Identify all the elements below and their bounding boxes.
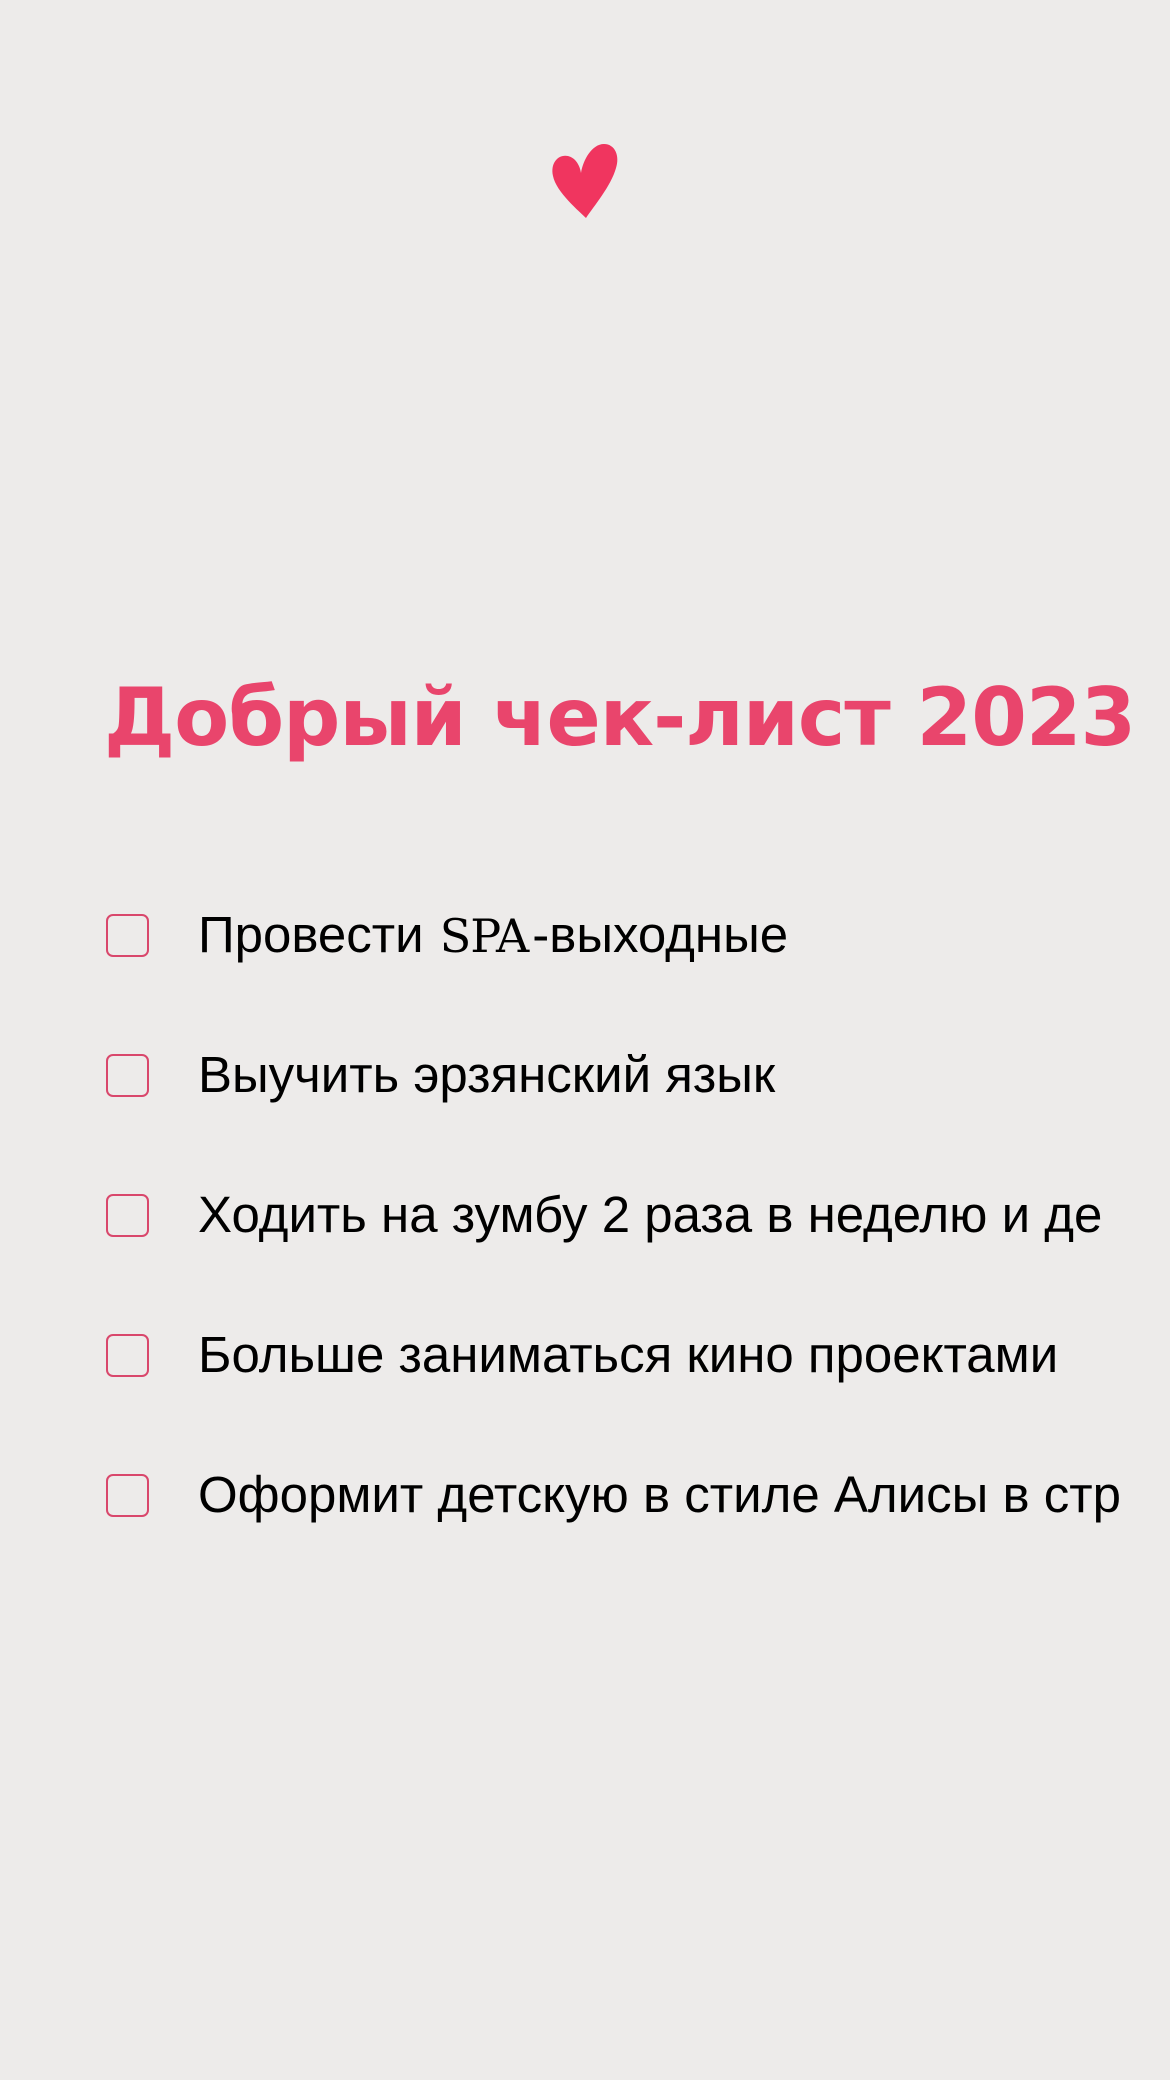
label-text-spa: SPA <box>439 908 529 963</box>
checklist-item-label: Ходить на зумбу 2 раза в неделю и де <box>198 1186 1103 1243</box>
checklist-item[interactable]: Провести SPA-выходные <box>106 905 788 965</box>
label-text-after: -выходные <box>532 905 789 963</box>
checklist-item[interactable]: Ходить на зумбу 2 раза в неделю и де <box>106 1185 1102 1245</box>
checkbox[interactable] <box>106 1053 149 1097</box>
checklist-item-label: Провести SPA-выходные <box>198 905 788 966</box>
heart-icon <box>552 144 618 218</box>
label-text-before: Провести <box>198 905 438 963</box>
checkbox[interactable] <box>106 1473 149 1517</box>
checklist-item[interactable]: Оформит детскую в стиле Алисы в стр <box>106 1465 1121 1525</box>
checklist-item[interactable]: Выучить эрзянский язык <box>106 1045 775 1105</box>
checklist-item[interactable]: Больше заниматься кино проектами <box>106 1325 1058 1385</box>
checkbox[interactable] <box>106 913 149 957</box>
checkbox[interactable] <box>106 1333 149 1377</box>
page-title: Добрый чек-лист 2023 <box>104 671 1136 764</box>
checklist-item-label: Больше заниматься кино проектами <box>198 1326 1059 1383</box>
checklist-item-label: Выучить эрзянский язык <box>198 1046 776 1103</box>
checkbox[interactable] <box>106 1193 149 1237</box>
checklist-item-label: Оформит детскую в стиле Алисы в стр <box>198 1466 1121 1523</box>
